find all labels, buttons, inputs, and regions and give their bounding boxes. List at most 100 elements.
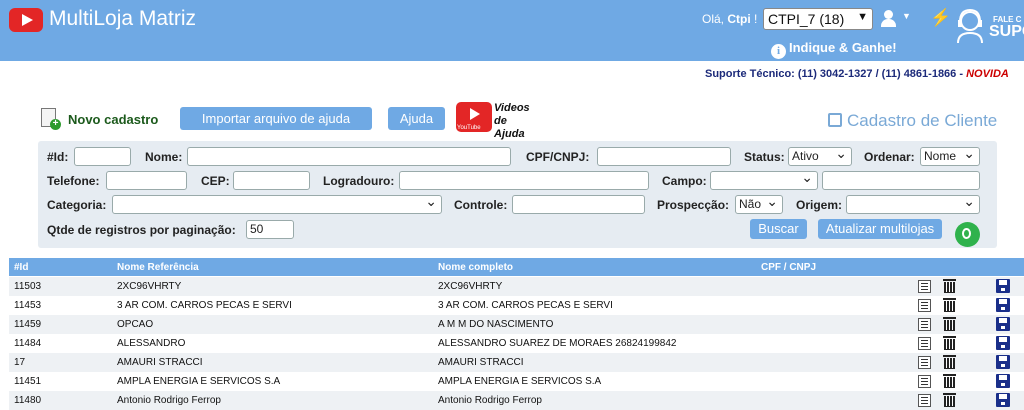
table-row[interactable]: 11451 AMPLA ENERGIA E SERVICOS S.A AMPLA… — [9, 372, 1024, 391]
cell-id: 11451 — [14, 376, 42, 387]
cep-input[interactable] — [233, 171, 310, 190]
details-icon[interactable] — [918, 394, 931, 407]
save-icon[interactable] — [996, 279, 1010, 293]
support-phones: Suporte Técnico: (11) 3042-1327 / (11) 4… — [705, 68, 964, 80]
save-icon[interactable] — [996, 355, 1010, 369]
details-icon[interactable] — [918, 299, 931, 312]
headset-support-icon[interactable] — [955, 7, 985, 43]
col-cpf-cnpj[interactable]: CPF / CNPJ — [761, 262, 816, 273]
greeting-text: Olá, — [702, 12, 725, 26]
user-icon[interactable] — [880, 10, 900, 28]
cell-reference-name: 2XC96VHRTY — [117, 281, 182, 292]
import-help-file-button[interactable]: Importar arquivo de ajuda — [180, 107, 372, 130]
control-label: Controle: — [454, 198, 508, 212]
greeting: Olá, Ctpi ! — [702, 12, 758, 26]
support-phone-line: Suporte Técnico: (11) 3042-1327 / (11) 4… — [705, 68, 1009, 80]
field-select[interactable] — [710, 169, 818, 190]
trash-icon[interactable] — [943, 317, 956, 331]
cpf-input[interactable] — [597, 147, 731, 166]
category-label: Categoria: — [47, 198, 107, 212]
cell-reference-name: 3 AR COM. CARROS PECAS E SERVI — [117, 300, 292, 311]
col-id[interactable]: #Id — [14, 262, 28, 273]
status-label: Status: — [744, 150, 785, 164]
store-select[interactable]: CTPI_7 (18) ▼ — [763, 8, 873, 30]
category-select[interactable] — [112, 193, 442, 214]
field-label: Campo: — [662, 174, 707, 188]
cell-full-name: ALESSANDRO SUAREZ DE MORAES 26824199842 — [438, 338, 677, 349]
phone-input[interactable] — [106, 171, 187, 190]
save-icon[interactable] — [996, 317, 1010, 331]
cpf-label: CPF/CNPJ: — [526, 150, 590, 164]
table-row[interactable]: 11453 3 AR COM. CARROS PECAS E SERVI 3 A… — [9, 296, 1024, 315]
prospect-select[interactable]: Não — [735, 193, 783, 214]
news-link[interactable]: NOVIDA — [966, 68, 1009, 80]
caret-down-icon[interactable]: ▼ — [902, 11, 911, 21]
whatsapp-icon[interactable] — [955, 222, 980, 247]
table-header: #Id Nome Referência Nome completo CPF / … — [9, 258, 1024, 276]
id-input[interactable] — [74, 147, 131, 166]
table-row[interactable]: 11503 2XC96VHRTY 2XC96VHRTY — [9, 277, 1024, 296]
save-icon[interactable] — [996, 298, 1010, 312]
name-label: Nome: — [145, 150, 183, 164]
app-title: MultiLoja Matriz — [49, 7, 197, 30]
youtube-logo-icon[interactable] — [9, 8, 43, 32]
help-videos-button[interactable]: YouTube Videos de Ajuda — [456, 102, 532, 140]
trash-icon[interactable] — [943, 393, 956, 407]
cell-reference-name: AMAURI STRACCI — [117, 357, 203, 368]
save-icon[interactable] — [996, 393, 1010, 407]
origin-label: Origem: — [796, 198, 843, 212]
control-input[interactable] — [512, 195, 645, 214]
prospect-label: Prospecção: — [657, 198, 730, 212]
name-input[interactable] — [187, 147, 511, 166]
details-icon[interactable] — [918, 280, 931, 293]
username: Ctpi — [727, 12, 751, 26]
cell-reference-name: AMPLA ENERGIA E SERVICOS S.A — [117, 376, 281, 387]
phone-label: Telefone: — [47, 174, 100, 188]
details-icon[interactable] — [918, 318, 931, 331]
referral-link[interactable]: i Indique & Ganhe! — [771, 40, 897, 59]
details-icon[interactable] — [918, 337, 931, 350]
trash-icon[interactable] — [943, 298, 956, 312]
chevron-down-icon: ▼ — [857, 11, 868, 23]
per-page-input[interactable]: 50 — [246, 220, 294, 239]
details-icon[interactable] — [918, 375, 931, 388]
help-button[interactable]: Ajuda — [388, 107, 445, 130]
new-document-icon: + — [41, 108, 61, 130]
cell-full-name: Antonio Rodrigo Ferrop — [438, 395, 542, 406]
field-value-input[interactable] — [822, 171, 980, 190]
store-select-value: CTPI_7 (18) — [768, 11, 845, 27]
page-title-text: Cadastro de Cliente — [847, 111, 998, 130]
lightning-icon[interactable]: ⚡ — [930, 8, 951, 28]
details-icon[interactable] — [918, 356, 931, 369]
trash-icon[interactable] — [943, 279, 956, 293]
cell-full-name: A M M DO NASCIMENTO — [438, 319, 554, 330]
col-full-name[interactable]: Nome completo — [438, 262, 513, 273]
street-input[interactable] — [399, 171, 649, 190]
referral-label: Indique & Ganhe! — [789, 40, 897, 55]
col-reference-name[interactable]: Nome Referência — [117, 262, 199, 273]
cell-reference-name: ALESSANDRO — [117, 338, 186, 349]
cell-id: 11459 — [14, 319, 42, 330]
save-icon[interactable] — [996, 336, 1010, 350]
save-icon[interactable] — [996, 374, 1010, 388]
cep-label: CEP: — [201, 174, 230, 188]
edit-icon — [828, 113, 842, 127]
search-button[interactable]: Buscar — [750, 219, 807, 239]
youtube-icon: YouTube — [456, 102, 492, 132]
info-icon: i — [771, 44, 786, 59]
new-record-label: Novo cadastro — [68, 112, 159, 127]
trash-icon[interactable] — [943, 336, 956, 350]
order-select[interactable]: Nome — [920, 145, 980, 166]
status-select[interactable]: Ativo — [788, 145, 852, 166]
table-row[interactable]: 17 AMAURI STRACCI AMAURI STRACCI — [9, 353, 1024, 372]
trash-icon[interactable] — [943, 374, 956, 388]
update-multistore-button[interactable]: Atualizar multilojas — [818, 219, 942, 239]
table-row[interactable]: 11484 ALESSANDRO ALESSANDRO SUAREZ DE MO… — [9, 334, 1024, 353]
table-row[interactable]: 11480 Antonio Rodrigo Ferrop Antonio Rod… — [9, 391, 1024, 410]
cell-full-name: AMAURI STRACCI — [438, 357, 524, 368]
support-label[interactable]: SUPO — [989, 23, 1024, 41]
origin-select[interactable] — [846, 193, 980, 214]
street-label: Logradouro: — [323, 174, 395, 188]
table-row[interactable]: 11459 OPCAO A M M DO NASCIMENTO — [9, 315, 1024, 334]
trash-icon[interactable] — [943, 355, 956, 369]
